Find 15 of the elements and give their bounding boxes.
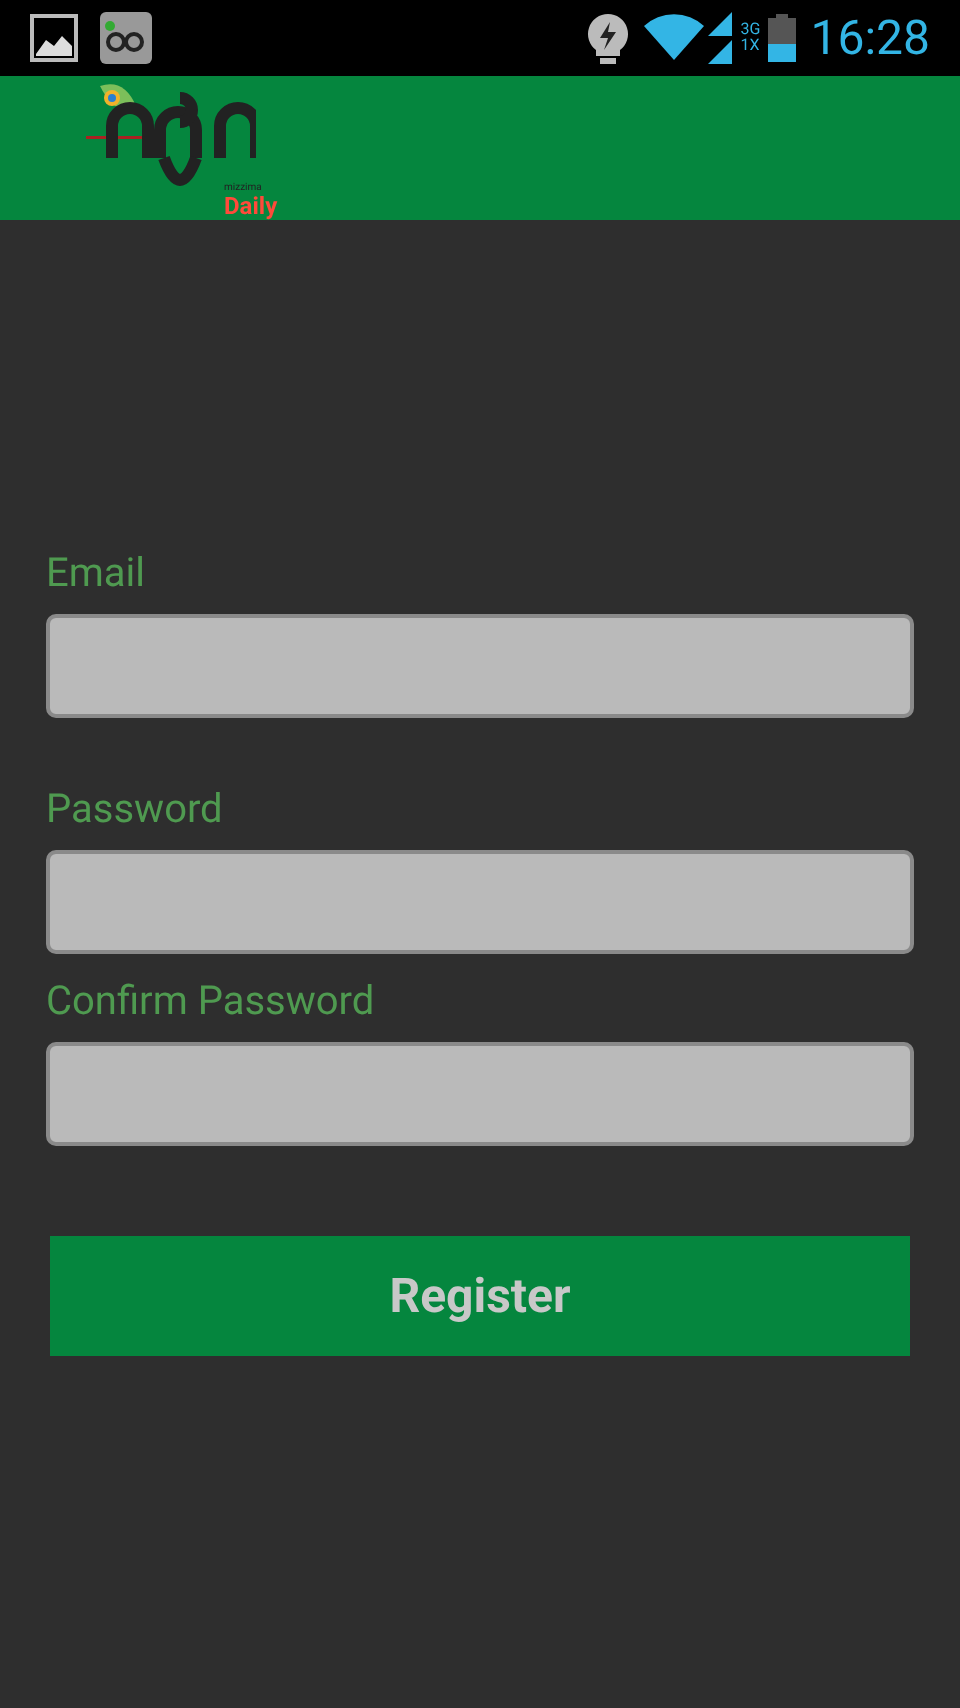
input-field[interactable]: [46, 850, 914, 954]
bulb-icon: [586, 12, 631, 64]
app-icon: [100, 12, 152, 64]
input-field[interactable]: [46, 614, 914, 718]
network-label: 1X: [740, 38, 761, 54]
logo-subtitle: Daily: [224, 194, 278, 218]
field-label: Confirm Password: [46, 980, 377, 1020]
field-label: Email: [46, 552, 148, 592]
clock-time: 16:28: [810, 8, 930, 70]
register-button[interactable]: Register: [50, 1236, 910, 1356]
input-field[interactable]: [46, 1042, 914, 1146]
network-label: 3G: [740, 22, 761, 38]
gallery-icon: [30, 14, 78, 62]
battery-icon: [768, 14, 797, 62]
field-label: Password: [46, 788, 225, 828]
